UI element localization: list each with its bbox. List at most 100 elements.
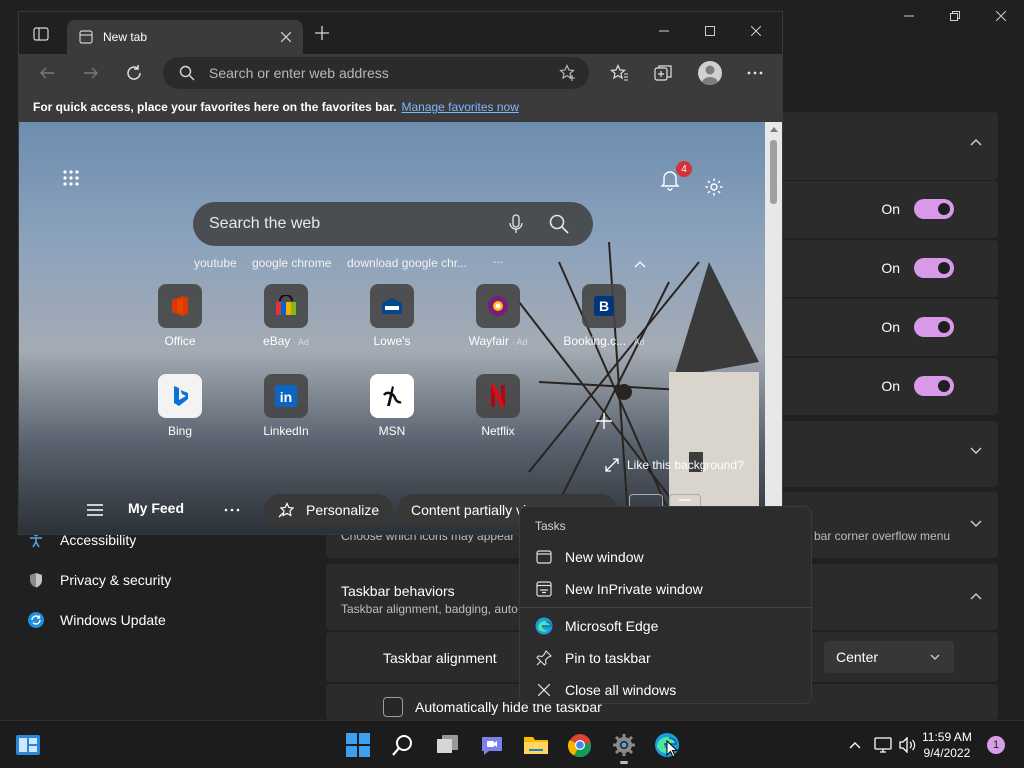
address-bar[interactable]: Search or enter web address	[163, 57, 589, 89]
overflow-description-right: bar corner overflow menu	[814, 529, 951, 543]
tile-label: MSN	[378, 424, 406, 438]
jump-list-new-window[interactable]: New window	[520, 541, 811, 573]
jump-list-close-all-windows[interactable]: Close all windows	[520, 674, 811, 706]
tab-actions-icon[interactable]	[33, 26, 49, 47]
search-icon[interactable]	[549, 214, 569, 234]
jump-list-pin-to-taskbar[interactable]: Pin to taskbar	[520, 642, 811, 674]
shield-icon	[28, 572, 44, 588]
close-tab-icon[interactable]	[281, 32, 291, 42]
suggestion-youtube[interactable]: youtube	[194, 256, 237, 270]
show-hidden-icons-icon[interactable]	[849, 741, 861, 749]
search-icon	[392, 735, 412, 756]
more-icon[interactable]	[224, 508, 240, 512]
personalize-label: Personalize	[306, 502, 380, 518]
toggle-switch[interactable]	[914, 376, 954, 396]
quick-link-netflix[interactable]: Netflix	[452, 374, 544, 438]
toggle-switch[interactable]	[914, 199, 954, 219]
plus-icon	[596, 413, 612, 429]
tab-new-tab[interactable]: New tab	[67, 20, 303, 54]
chat-button[interactable]	[478, 731, 506, 759]
chevron-up-icon[interactable]	[970, 138, 982, 146]
suggestion-more[interactable]: ...	[493, 252, 503, 266]
jump-list-new-inprivate-window[interactable]: New InPrivate window	[520, 573, 811, 605]
add-shortcut-button[interactable]	[596, 413, 612, 434]
search-button[interactable]	[389, 731, 417, 759]
mouse-cursor-icon	[666, 740, 678, 758]
task-view-button[interactable]	[434, 731, 462, 759]
tile-label: Bing	[167, 424, 193, 438]
sidebar-item-windows-update[interactable]: Windows Update	[16, 600, 316, 640]
widgets-button[interactable]	[14, 731, 42, 759]
collections-icon[interactable]	[654, 64, 672, 82]
close-button[interactable]	[978, 0, 1024, 32]
jump-list-item-label: Pin to taskbar	[565, 650, 651, 666]
quick-link-office[interactable]: Office	[134, 284, 226, 348]
minimize-button[interactable]	[886, 0, 932, 32]
restore-button[interactable]	[932, 0, 978, 32]
auto-hide-checkbox[interactable]	[383, 697, 403, 717]
suggestion-download-chrome[interactable]: download google chr...	[347, 256, 467, 270]
web-search-box[interactable]: Search the web	[193, 202, 593, 246]
quick-link-lowes[interactable]: Lowe's	[346, 284, 438, 348]
close-icon[interactable]	[751, 26, 761, 36]
page-scrollbar[interactable]	[765, 122, 782, 534]
toggle-switch[interactable]	[914, 317, 954, 337]
quick-link-msn[interactable]: MSN	[346, 374, 438, 438]
quick-link-linkedin[interactable]: in LinkedIn	[240, 374, 332, 438]
add-favorite-icon[interactable]	[559, 64, 577, 82]
menu-icon[interactable]	[87, 503, 103, 517]
jump-list-item-label: Close all windows	[565, 682, 677, 698]
system-clock[interactable]: 11:59 AM 9/4/2022	[922, 729, 972, 761]
page-settings-icon[interactable]	[704, 177, 724, 197]
settings-button[interactable]	[610, 731, 638, 764]
chevron-down-icon	[970, 447, 982, 454]
chevron-down-icon	[970, 520, 982, 527]
notification-center-badge[interactable]: 1	[987, 736, 1005, 754]
profile-avatar[interactable]	[698, 61, 722, 85]
scroll-up-icon[interactable]	[770, 127, 778, 132]
start-button[interactable]	[344, 731, 372, 759]
suggestion-google-chrome[interactable]: google chrome	[252, 256, 331, 270]
taskbar-alignment-dropdown[interactable]: Center	[824, 641, 954, 673]
quick-link-wayfair[interactable]: Wayfair · Ad	[452, 284, 544, 348]
tile-label: LinkedIn	[263, 424, 309, 438]
manage-favorites-link[interactable]: Manage favorites now	[401, 100, 518, 114]
more-options-icon[interactable]	[747, 71, 763, 75]
toggle-switch[interactable]	[914, 258, 954, 278]
quick-link-booking[interactable]: B Booking.c... · Ad	[558, 284, 650, 348]
network-icon[interactable]	[874, 737, 892, 753]
content-visibility-label: Content partially vi	[411, 502, 527, 518]
taskbar-alignment-label: Taskbar alignment	[383, 650, 497, 666]
apps-grid-icon[interactable]	[62, 169, 80, 187]
quick-link-ebay[interactable]: eBay · Ad	[240, 284, 332, 348]
collapse-chevron-icon[interactable]	[634, 260, 646, 268]
taskbar: 11:59 AM 9/4/2022 1	[0, 720, 1024, 768]
back-arrow-icon[interactable]	[39, 65, 55, 81]
file-explorer-button[interactable]	[522, 731, 550, 759]
chevron-down-icon	[930, 654, 940, 660]
chat-icon	[482, 737, 502, 755]
my-feed-label[interactable]: My Feed	[128, 500, 184, 516]
forward-arrow-icon[interactable]	[83, 65, 99, 81]
chrome-button[interactable]	[566, 731, 594, 759]
refresh-icon[interactable]	[125, 64, 143, 82]
personalize-button[interactable]: Personalize	[264, 494, 394, 526]
netflix-icon	[476, 374, 520, 418]
favorites-icon[interactable]	[610, 64, 628, 82]
jump-list-microsoft-edge[interactable]: Microsoft Edge	[520, 610, 811, 642]
new-tab-button[interactable]	[315, 26, 329, 45]
edge-button[interactable]	[653, 731, 681, 759]
notifications-button[interactable]: 4	[660, 161, 692, 196]
maximize-icon[interactable]	[705, 26, 715, 36]
volume-icon[interactable]	[899, 737, 917, 753]
like-background-button[interactable]: Like this background?	[605, 458, 744, 472]
chevron-up-icon	[970, 593, 982, 600]
scrollbar-thumb[interactable]	[770, 140, 777, 204]
minimize-icon[interactable]	[659, 26, 669, 36]
bing-icon	[158, 374, 202, 418]
sidebar-item-privacy-security[interactable]: Privacy & security	[16, 560, 316, 600]
microphone-icon[interactable]	[509, 214, 523, 234]
start-icon	[346, 733, 370, 757]
edge-window: New tab Search or enter web address For …	[18, 11, 783, 535]
quick-link-bing[interactable]: Bing	[134, 374, 226, 438]
